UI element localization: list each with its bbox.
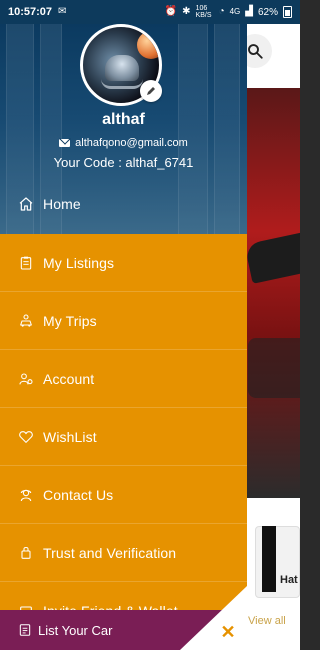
menu-item-label: Account (43, 370, 95, 387)
battery-percent: 62% (257, 6, 278, 18)
view-all-link[interactable]: View all (248, 615, 286, 627)
menu-item-label: Home (43, 196, 81, 212)
pencil-icon (147, 87, 155, 95)
drawer-header: althaf althafqono@gmail.com Your Code : … (0, 24, 247, 234)
user-name: althaf (102, 111, 145, 128)
status-time: 10:57:07 (8, 6, 53, 18)
menu-item-account[interactable]: Account (0, 350, 247, 408)
mail-icon (59, 139, 71, 147)
network-speed: 106 KB/S (195, 5, 212, 19)
search-icon (248, 44, 263, 59)
menu-item-label: WishList (43, 428, 97, 445)
menu-item-contact-us[interactable]: Contact Us (0, 466, 247, 524)
menu-item-my-listings[interactable]: My Listings (0, 234, 247, 292)
bluetooth-icon: ✱ (182, 6, 191, 17)
shield-icon (18, 545, 34, 561)
background-card-label: Hat (280, 574, 298, 586)
close-icon[interactable]: ✕ (218, 622, 238, 642)
user-email-row: althafqono@gmail.com (0, 137, 247, 149)
heart-icon (18, 429, 34, 445)
menu-item-label: Trust and Verification (43, 544, 177, 561)
list-icon (18, 623, 32, 637)
trips-icon (18, 313, 34, 329)
clipboard-icon (18, 255, 34, 271)
menu-item-label: My Trips (43, 312, 97, 329)
home-icon (18, 196, 34, 212)
list-your-car-label: List Your Car (38, 622, 113, 638)
background-card-image (262, 526, 276, 592)
signal-icon: ▟ (245, 6, 253, 17)
car-window-shape (244, 232, 300, 284)
menu-item-label: My Listings (43, 254, 115, 271)
menu-item-home[interactable]: Home (0, 176, 247, 232)
signal-label: 4G (229, 7, 241, 16)
user-code: Your Code : althaf_6741 (53, 155, 194, 170)
menu-item-label: Contact Us (43, 486, 114, 503)
avatar-robot (105, 55, 139, 81)
notification-icon: ✉ (58, 6, 67, 17)
avatar-robot-legs (101, 79, 143, 89)
avatar-planet (137, 31, 159, 59)
status-icons: ⏰ ✱ 106 KB/S ◔ 4G ▟ 62% (165, 5, 292, 19)
support-icon (18, 487, 34, 503)
menu-item-trust-verification[interactable]: Trust and Verification (0, 524, 247, 582)
edit-avatar-button[interactable] (140, 80, 162, 102)
car-grille-shape (248, 338, 300, 398)
account-icon (18, 371, 34, 387)
user-email: althafqono@gmail.com (75, 137, 188, 149)
navigation-drawer: althaf althafqono@gmail.com Your Code : … (0, 24, 247, 650)
status-bar: 10:57:07 ✉ ⏰ ✱ 106 KB/S ◔ 4G ▟ 62% (0, 0, 300, 24)
volte-icon: ◔ (218, 6, 225, 17)
battery-icon (283, 6, 292, 18)
alarm-icon: ⏰ (164, 6, 178, 17)
menu-item-wishlist[interactable]: WishList (0, 408, 247, 466)
menu-item-my-trips[interactable]: My Trips (0, 292, 247, 350)
